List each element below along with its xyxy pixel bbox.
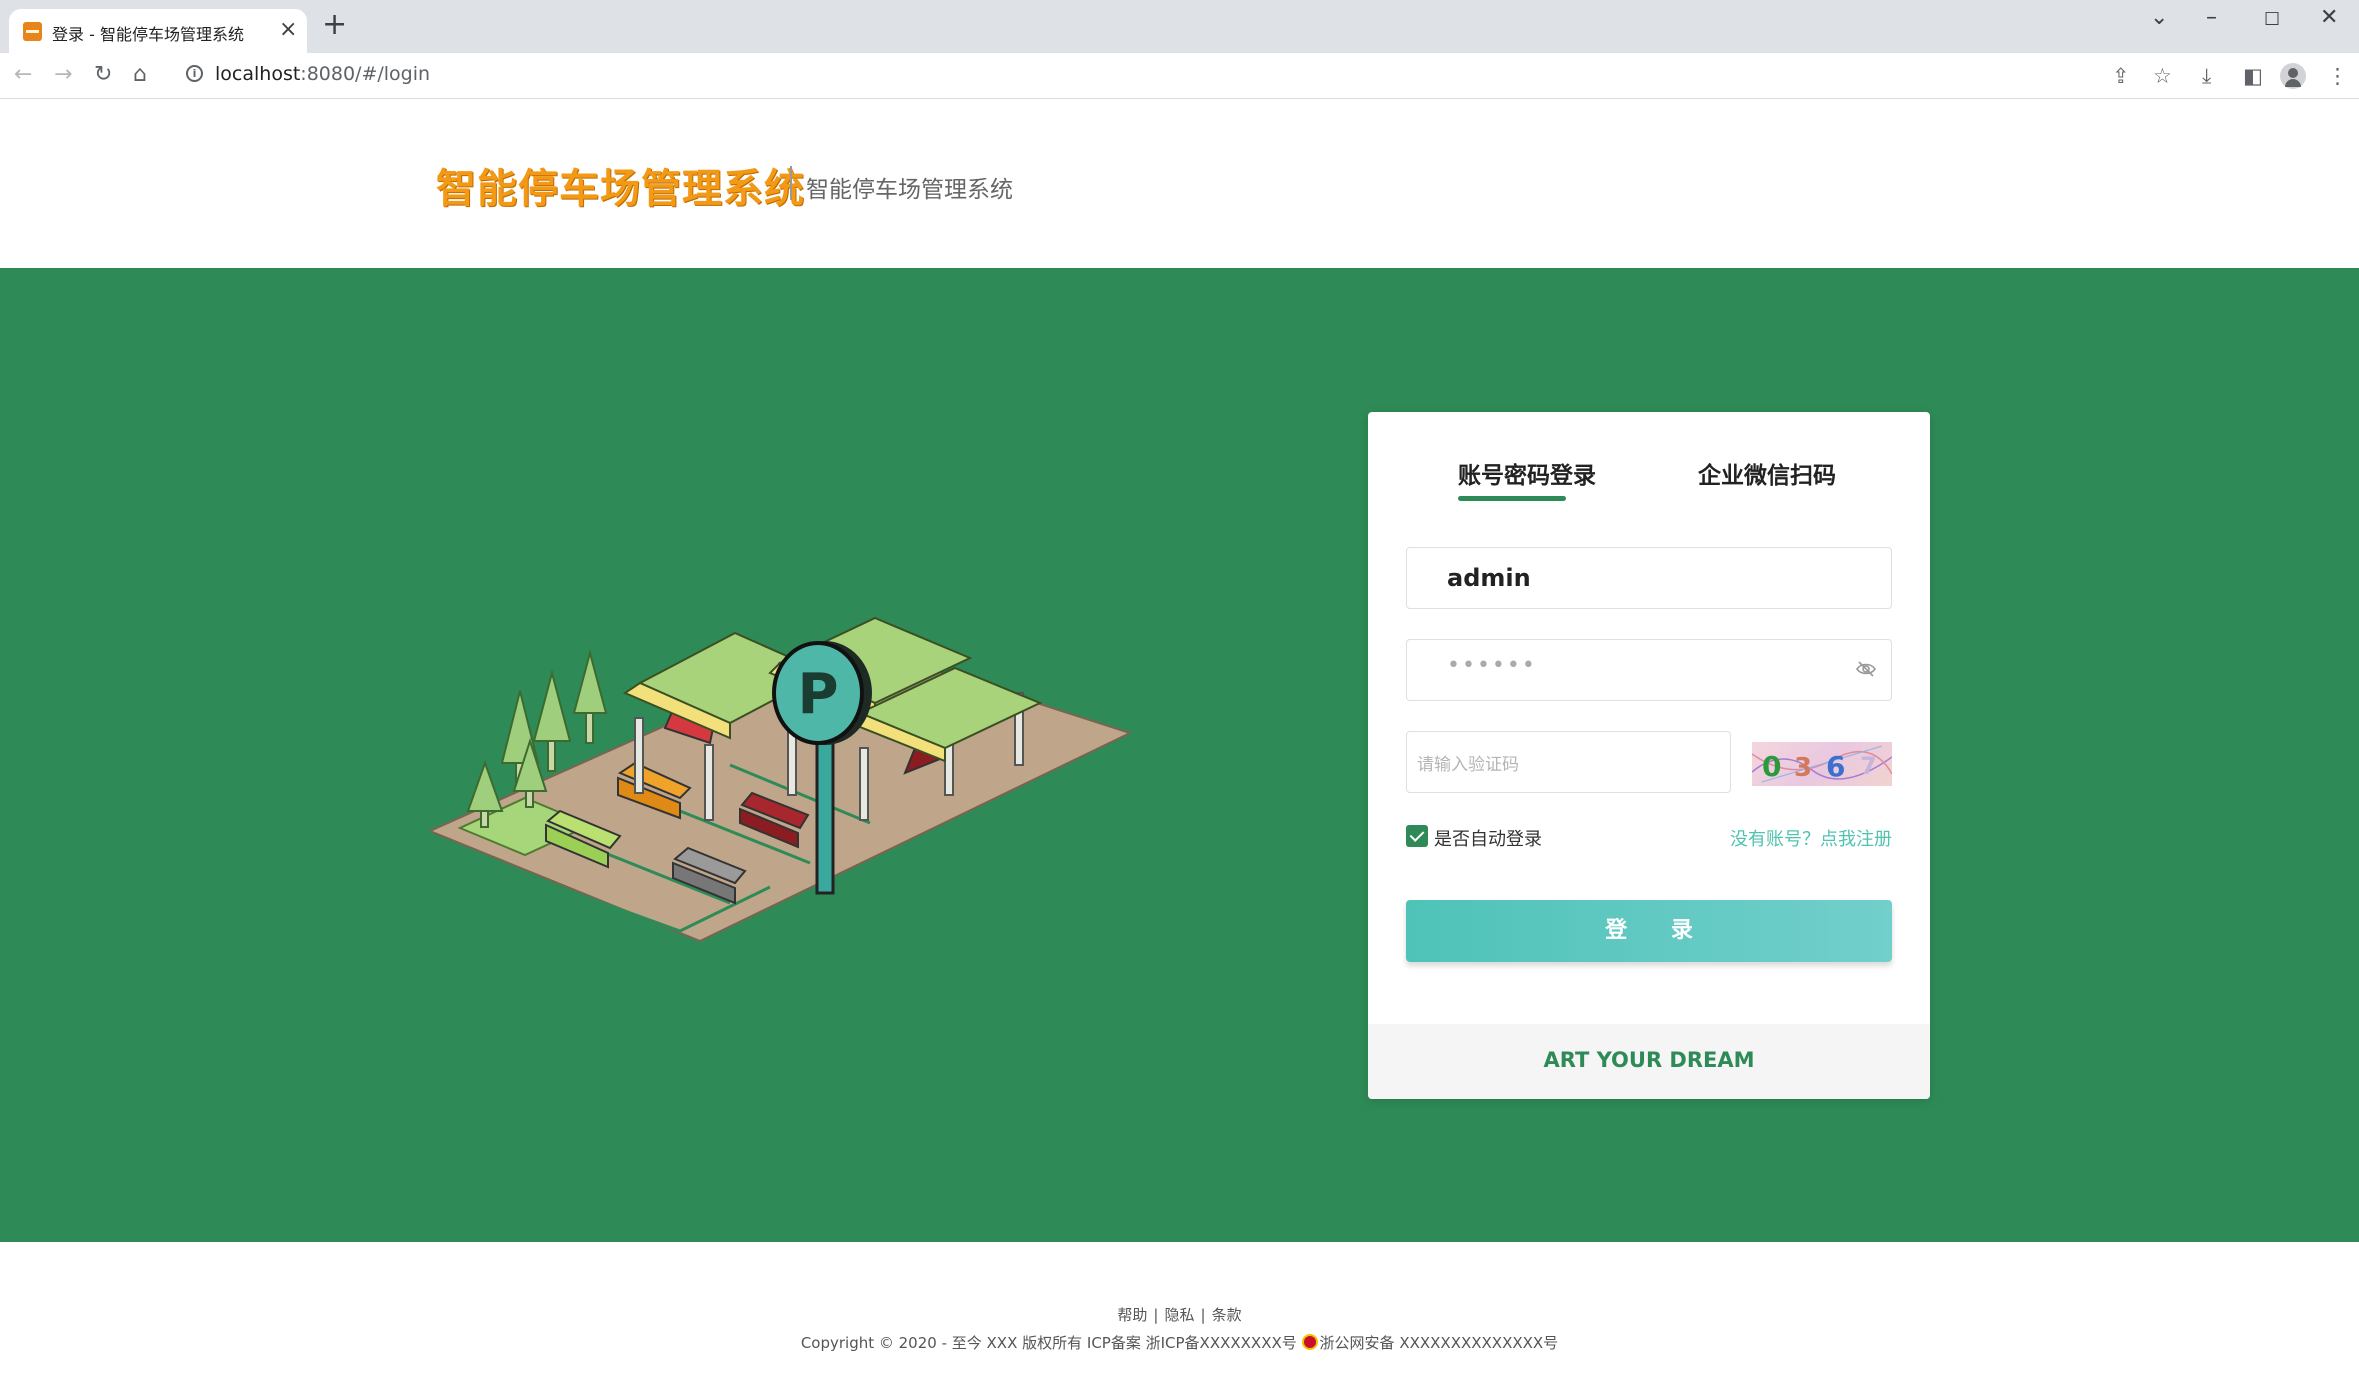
home-icon[interactable]: ⌂ [133, 61, 147, 89]
login-button[interactable]: 登 录 [1406, 900, 1892, 962]
close-tab-icon[interactable]: × [279, 19, 297, 41]
card-motto: ART YOUR DREAM [1543, 1048, 1755, 1072]
footer-link-help[interactable]: 帮助 [1117, 1306, 1147, 1324]
login-tabs: 账号密码登录 企业微信扫码 [1368, 456, 1930, 502]
copyright-text: Copyright © 2020 - 至今 XXX 版权所有 ICP备案 浙IC… [800, 1334, 1297, 1352]
back-icon[interactable]: ← [14, 61, 32, 89]
password-field[interactable]: •••••• [1406, 639, 1892, 701]
copyright: Copyright © 2020 - 至今 XXX 版权所有 ICP备案 浙IC… [0, 1332, 2359, 1353]
browser-tab-bar: 登录 - 智能停车场管理系统 × + ⌄ – ☐ ✕ [0, 0, 2359, 53]
captcha-char: 3 [1794, 753, 1812, 783]
captcha-char: 7 [1860, 752, 1877, 780]
captcha-char: 0 [1762, 750, 1781, 783]
parking-lot-illustration: P [430, 616, 1130, 943]
captcha-char: 6 [1826, 750, 1845, 783]
close-window-icon[interactable]: ✕ [2320, 6, 2338, 30]
svg-text:P: P [797, 662, 838, 727]
download-icon[interactable]: ⤓ [2202, 63, 2211, 89]
address-bar[interactable]: localhost:8080/#/login [215, 63, 430, 85]
logo-divider [790, 166, 792, 200]
url-host: localhost [215, 63, 301, 85]
tab-account-login[interactable]: 账号密码登录 [1458, 456, 1596, 490]
login-card: 账号密码登录 企业微信扫码 admin •••••• 请输入验证码 0 3 6 … [1368, 412, 1930, 1099]
minimize-icon[interactable]: – [2206, 6, 2217, 30]
footer-separator: | [1200, 1306, 1206, 1324]
username-field[interactable]: admin [1406, 547, 1892, 609]
login-banner: P 账号密码登录 企业微信扫码 admin •••••• 请输入验证码 0 3 … [0, 268, 2359, 1242]
new-tab-icon[interactable]: + [322, 10, 347, 40]
forward-icon[interactable]: → [54, 61, 72, 89]
menu-icon[interactable]: ⋮ [2327, 63, 2348, 89]
star-icon[interactable]: ☆ [2153, 63, 2172, 89]
footer-separator: | [1153, 1306, 1159, 1324]
register-link[interactable]: 没有账号？点我注册 [1730, 825, 1892, 851]
eye-off-icon[interactable] [1855, 658, 1877, 680]
footer-links: 帮助 | 隐私 | 条款 [0, 1304, 2359, 1325]
browser-toolbar: ← → ↻ ⌂ i localhost:8080/#/login ⇪ ☆ ⤓ ◧… [0, 53, 2359, 99]
card-footer: ART YOUR DREAM [1368, 1024, 1930, 1099]
site-footer: 帮助 | 隐私 | 条款 Copyright © 2020 - 至今 XXX 版权所有 … [0, 1242, 2359, 1380]
remember-label: 是否自动登录 [1434, 829, 1542, 850]
footer-link-terms[interactable]: 条款 [1212, 1306, 1242, 1324]
tab-title: 登录 - 智能停车场管理系统 [52, 25, 244, 44]
password-value: •••••• [1447, 653, 1537, 678]
maximize-icon[interactable]: ☐ [2264, 8, 2280, 32]
police-record[interactable]: 浙公网安备 XXXXXXXXXXXXXX号 [1320, 1334, 1559, 1352]
tab-wechat-login[interactable]: 企业微信扫码 [1698, 456, 1836, 490]
police-badge-icon [1301, 1334, 1318, 1350]
captcha-placeholder: 请输入验证码 [1417, 755, 1519, 775]
footer-link-privacy[interactable]: 隐私 [1164, 1306, 1194, 1324]
remember-checkbox[interactable] [1406, 825, 1428, 847]
captcha-input[interactable]: 请输入验证码 [1406, 731, 1731, 793]
logo: 智能停车场管理系统 [436, 166, 805, 212]
sidebar-icon[interactable]: ◧ [2243, 63, 2263, 89]
tab-search-icon[interactable]: ⌄ [2150, 6, 2168, 30]
favicon-icon [23, 22, 42, 41]
site-header: 智能停车场管理系统 智能停车场管理系统 [0, 100, 2359, 268]
captcha-image[interactable]: 0 3 6 7 [1752, 742, 1892, 786]
url-path: :8080/#/login [300, 63, 431, 85]
share-icon[interactable]: ⇪ [2112, 63, 2130, 89]
profile-icon[interactable] [2280, 63, 2306, 89]
reload-icon[interactable]: ↻ [94, 61, 112, 89]
active-tab-indicator [1458, 496, 1566, 501]
username-value: admin [1447, 564, 1531, 592]
info-icon[interactable]: i [186, 65, 203, 82]
browser-tab[interactable]: 登录 - 智能停车场管理系统 × [9, 9, 307, 53]
header-subtitle: 智能停车场管理系统 [806, 177, 1013, 203]
